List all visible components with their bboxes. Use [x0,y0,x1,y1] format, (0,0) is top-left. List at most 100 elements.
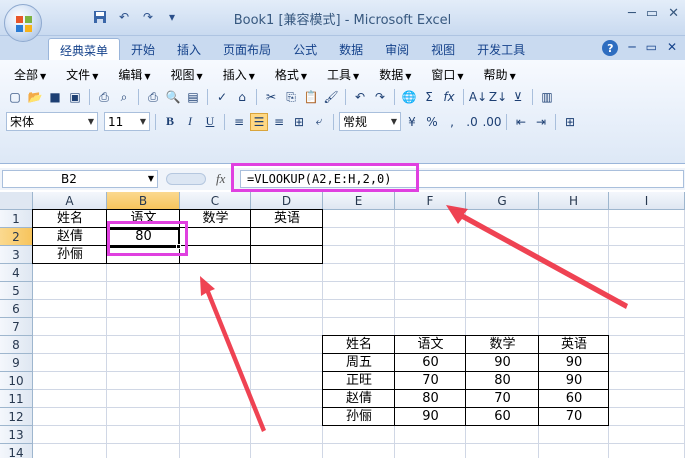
table1-cell[interactable] [180,228,251,246]
select-all-corner[interactable] [0,192,33,210]
table1-cell[interactable] [251,246,323,264]
ribbon-minimize-icon[interactable]: ─ [628,40,635,56]
decrease-indent-icon[interactable]: ⇤ [512,113,530,131]
undo-icon[interactable]: ↶ [351,88,369,106]
row-header-12[interactable]: 12 [0,408,33,426]
tab-developer[interactable]: 开发工具 [466,38,536,60]
print-preview-icon[interactable]: ⎙ [95,88,113,106]
ribbon-close-icon[interactable]: ✕ [667,40,677,56]
table1-header-cell[interactable]: 英语 [251,210,323,228]
percent-button[interactable]: % [423,113,441,131]
row-header-2[interactable]: 2 [0,228,33,246]
tab-classic-menu[interactable]: 经典菜单 [48,38,121,60]
font-name-select[interactable]: 宋体 ▼ [6,112,98,131]
comma-button[interactable]: , [443,113,461,131]
layout-icon[interactable]: ▤ [184,88,202,106]
column-header-d[interactable]: D [251,192,323,210]
menu-view[interactable]: 视图 ▼ [161,66,213,83]
preview-icon[interactable]: 🔍 [164,88,182,106]
merge-center-icon[interactable]: ⊞ [290,113,308,131]
table2-header-cell[interactable]: 英语 [539,336,609,354]
table2-cell[interactable]: 赵倩 [323,390,395,408]
align-right-icon[interactable]: ≡ [270,113,288,131]
open-icon[interactable]: 📂 [26,88,44,106]
row-header-9[interactable]: 9 [0,354,33,372]
new-icon[interactable]: ▢ [6,88,24,106]
help-icon[interactable]: ? [602,40,619,56]
research-icon[interactable]: ⌕ [115,88,133,106]
tab-home[interactable]: 开始 [120,38,166,60]
menu-file[interactable]: 文件 ▼ [56,66,108,83]
table2-cell[interactable]: 60 [466,408,539,426]
table2-header-cell[interactable]: 姓名 [323,336,395,354]
decrease-decimal-icon[interactable]: .00 [482,113,501,131]
table1-cell[interactable] [251,228,323,246]
table2-cell[interactable]: 70 [539,408,609,426]
column-header-f[interactable]: F [395,192,466,210]
menu-tools[interactable]: 工具 ▼ [317,66,369,83]
row-header-4[interactable]: 4 [0,264,33,282]
filter-icon[interactable]: ⊻ [509,88,527,106]
table2-cell[interactable]: 70 [395,372,466,390]
column-header-g[interactable]: G [466,192,539,210]
chart-icon[interactable]: ▥ [538,88,556,106]
tab-insert[interactable]: 插入 [166,38,212,60]
column-header-h[interactable]: H [539,192,609,210]
sum-icon[interactable]: Σ [420,88,438,106]
row-header-3[interactable]: 3 [0,246,33,264]
menu-all[interactable]: 全部 ▼ [4,66,56,83]
table2-header-cell[interactable]: 语文 [395,336,466,354]
increase-indent-icon[interactable]: ⇥ [532,113,550,131]
save-icon[interactable]: ■ [46,88,64,106]
row-header-10[interactable]: 10 [0,372,33,390]
permission-icon[interactable]: ▣ [66,88,84,106]
cut-icon[interactable]: ✂ [262,88,280,106]
table1-cell[interactable]: 孙俪 [33,246,107,264]
font-size-select[interactable]: 11 ▼ [104,112,150,131]
tab-formulas[interactable]: 公式 [282,38,328,60]
minimize-icon[interactable]: ─ [628,6,636,21]
number-format-select[interactable]: 常规 ▼ [339,112,401,131]
table2-cell[interactable]: 80 [395,390,466,408]
menu-edit[interactable]: 编辑 ▼ [108,66,160,83]
ribbon-restore-icon[interactable]: ▭ [646,40,657,56]
redo-icon[interactable]: ↷ [371,88,389,106]
formula-bar-splitter[interactable] [166,173,206,185]
table2-cell[interactable]: 90 [539,354,609,372]
table2-cell[interactable]: 90 [395,408,466,426]
column-header-b[interactable]: B [107,192,180,210]
close-icon[interactable]: ✕ [668,6,679,21]
table2-cell[interactable]: 孙俪 [323,408,395,426]
menu-format[interactable]: 格式 ▼ [265,66,317,83]
increase-decimal-icon[interactable]: .0 [463,113,481,131]
paste-icon[interactable]: 📋 [302,88,320,106]
table2-cell[interactable]: 70 [466,390,539,408]
menu-data[interactable]: 数据 ▼ [369,66,421,83]
hyperlink-icon[interactable]: 🌐 [400,88,418,106]
name-box[interactable]: B2 ▼ [2,170,158,188]
table2-cell[interactable]: 周五 [323,354,395,372]
underline-button[interactable]: U [201,113,219,131]
row-header-13[interactable]: 13 [0,426,33,444]
column-header-i[interactable]: I [609,192,685,210]
borders-icon[interactable]: ⊞ [561,113,579,131]
row-header-5[interactable]: 5 [0,282,33,300]
row-header-11[interactable]: 11 [0,390,33,408]
table2-header-cell[interactable]: 数学 [466,336,539,354]
menu-insert[interactable]: 插入 ▼ [213,66,265,83]
tab-page-layout[interactable]: 页面布局 [212,38,282,60]
table2-cell[interactable]: 60 [539,390,609,408]
print-icon[interactable]: ⎙ [144,88,162,106]
tab-data[interactable]: 数据 [328,38,374,60]
table2-cell[interactable]: 90 [539,372,609,390]
copy-icon[interactable]: ⎘ [282,88,300,106]
row-header-14[interactable]: 14 [0,444,33,458]
table1-header-cell[interactable]: 数学 [180,210,251,228]
column-header-a[interactable]: A [33,192,107,210]
wrap-text-icon[interactable]: ⤶ [310,113,328,131]
column-header-e[interactable]: E [323,192,395,210]
table2-cell[interactable]: 正旺 [323,372,395,390]
align-center-icon[interactable]: ☰ [250,112,268,131]
menu-help[interactable]: 帮助 ▼ [474,66,526,83]
table2-cell[interactable]: 90 [466,354,539,372]
